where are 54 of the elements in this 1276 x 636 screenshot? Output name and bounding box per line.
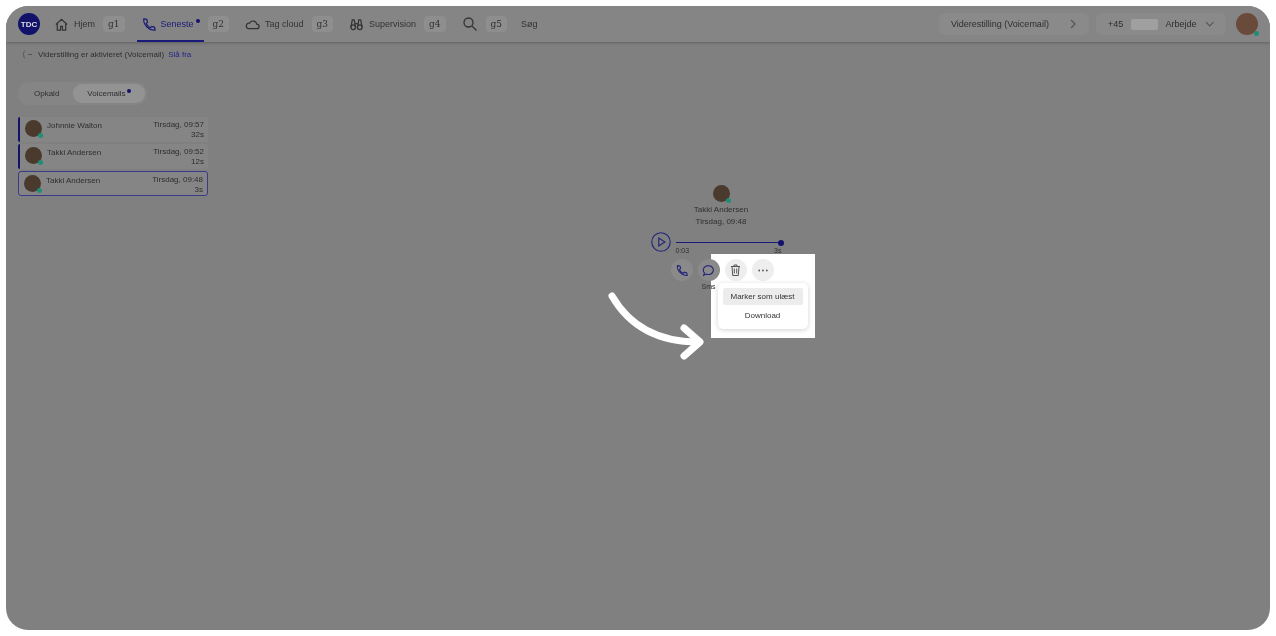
voicemail-time: Tirsdag, 09:52 bbox=[153, 147, 204, 156]
logo[interactable]: TDC bbox=[18, 13, 40, 35]
number-selector[interactable]: +45 Arbejde bbox=[1096, 13, 1226, 35]
shortcut-key: g2 bbox=[207, 16, 230, 32]
caller-name: Takki Andersen bbox=[47, 147, 102, 157]
caller-name: Johnnie Walton bbox=[47, 120, 102, 130]
shortcut-key: g4 bbox=[424, 16, 446, 32]
shortcut-key: g3 bbox=[311, 16, 334, 32]
voicemail-item[interactable]: Takki Andersen Tirsdag, 09:48 3s bbox=[18, 171, 208, 196]
voicemail-duration: 32s bbox=[191, 130, 204, 139]
play-icon[interactable] bbox=[650, 232, 671, 252]
voicemail-duration: 3s bbox=[194, 185, 203, 194]
shortcut-key: g5 bbox=[485, 16, 508, 32]
sms-button[interactable] bbox=[697, 259, 720, 281]
search-icon bbox=[461, 16, 478, 32]
voicemail-time: Tirsdag, 09:48 bbox=[695, 217, 747, 226]
tab-label: Hjem bbox=[74, 19, 95, 29]
trash-icon bbox=[730, 264, 741, 276]
tab-label: Seneste bbox=[160, 19, 194, 29]
phone-icon bbox=[675, 263, 688, 277]
search-label[interactable]: Søg bbox=[519, 19, 540, 29]
chat-bubble-icon bbox=[702, 263, 715, 277]
home-icon bbox=[54, 16, 69, 32]
voicemail-time: Tirsdag, 09:57 bbox=[153, 120, 204, 129]
nav-tab[interactable]: Supervision bbox=[345, 6, 421, 42]
voicemail-time: Tirsdag, 09:48 bbox=[152, 175, 203, 184]
voicemail-item[interactable]: Takki Andersen Tirsdag, 09:52 12s bbox=[18, 144, 208, 169]
disable-link[interactable]: Slå fra bbox=[168, 50, 192, 59]
menu-item[interactable]: Marker som ulæst bbox=[722, 288, 803, 305]
segment-tab[interactable]: Voicemails bbox=[73, 84, 145, 103]
more-icon bbox=[757, 268, 768, 272]
number-label: Arbejde bbox=[1165, 19, 1197, 29]
nav-tab[interactable]: Seneste bbox=[136, 6, 204, 42]
binoculars-icon bbox=[349, 16, 365, 32]
chevron-right-icon bbox=[1069, 19, 1077, 29]
tab-label: Supervision bbox=[369, 19, 417, 29]
forward-icon bbox=[22, 49, 34, 60]
menu-item[interactable]: Download bbox=[722, 307, 803, 324]
shortcut-key: g1 bbox=[103, 16, 125, 32]
voicemail-item[interactable]: Johnnie Walton Tirsdag, 09:57 32s bbox=[18, 117, 208, 142]
number-prefix: +45 bbox=[1108, 19, 1124, 29]
call-button[interactable] bbox=[670, 259, 693, 281]
tab-label: Tag cloud bbox=[265, 19, 304, 29]
segment-tab[interactable]: Opkald bbox=[20, 84, 74, 103]
caller-name: Takki Andersen bbox=[46, 175, 101, 185]
nav-tab[interactable]: Tag cloud bbox=[241, 6, 308, 42]
forwarding-selector[interactable]: Viderestilling (Voicemail) bbox=[939, 13, 1089, 35]
user-avatar[interactable] bbox=[1236, 13, 1258, 35]
phone-icon bbox=[140, 16, 156, 32]
forwarding-notice: Viderstilling er aktivieret (Voicemail) bbox=[38, 50, 165, 59]
nav-tab[interactable]: Hjem bbox=[50, 6, 99, 42]
voicemail-duration: 12s bbox=[191, 157, 204, 166]
caret-icon bbox=[1204, 21, 1214, 27]
caller-name: Takki Andersen bbox=[693, 205, 749, 214]
